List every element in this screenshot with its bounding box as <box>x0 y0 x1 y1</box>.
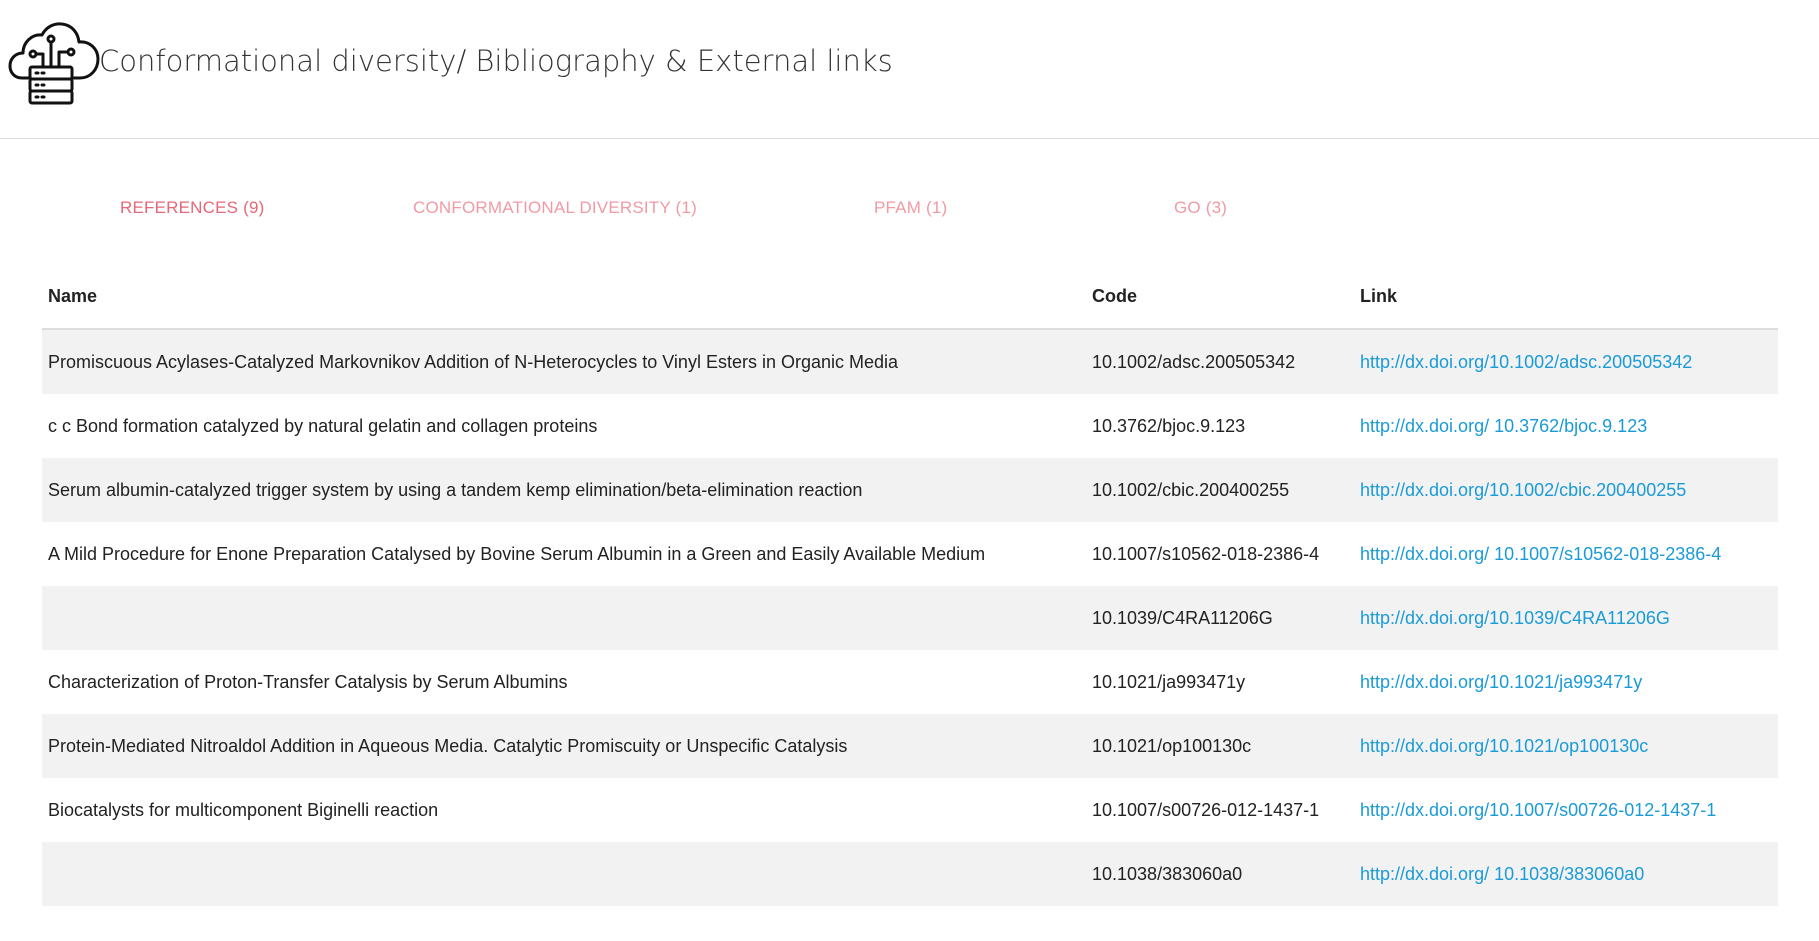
reference-name: A Mild Procedure for Enone Preparation C… <box>42 522 1086 586</box>
reference-code: 10.1007/s00726-012-1437-1 <box>1086 778 1354 842</box>
doi-link[interactable]: http://dx.doi.org/10.1021/ja993471y <box>1360 672 1642 692</box>
table-row: c c Bond formation catalyzed by natural … <box>42 394 1778 458</box>
table-row: Serum albumin-catalyzed trigger system b… <box>42 458 1778 522</box>
reference-code: 10.1002/cbic.200400255 <box>1086 458 1354 522</box>
table-row: Characterization of Proton-Transfer Cata… <box>42 650 1778 714</box>
table-header-row: Name Code Link <box>42 265 1778 330</box>
table-row: 10.1039/C4RA11206G http://dx.doi.org/10.… <box>42 586 1778 650</box>
column-header-link[interactable]: Link <box>1354 265 1778 330</box>
reference-link-cell: http://dx.doi.org/10.1007/s00726-012-143… <box>1354 778 1778 842</box>
tab-go[interactable]: GO (3) <box>1174 198 1227 218</box>
reference-code: 10.3762/bjoc.9.123 <box>1086 394 1354 458</box>
reference-name <box>42 842 1086 906</box>
reference-name: c c Bond formation catalyzed by natural … <box>42 394 1086 458</box>
doi-link[interactable]: http://dx.doi.org/10.1007/s00726-012-143… <box>1360 800 1716 820</box>
reference-link-cell: http://dx.doi.org/10.1039/C4RA11206G <box>1354 586 1778 650</box>
table-row: Promiscuous Acylases-Catalyzed Markovnik… <box>42 329 1778 394</box>
doi-link[interactable]: http://dx.doi.org/ 10.1007/s10562-018-23… <box>1360 544 1721 564</box>
tab-bar: REFERENCES (9) CONFORMATIONAL DIVERSITY … <box>42 180 1778 236</box>
page-title: Conformational diversity/ Bibliography &… <box>99 44 893 78</box>
column-header-name[interactable]: Name <box>42 265 1086 330</box>
reference-name: Protein-Mediated Nitroaldol Addition in … <box>42 714 1086 778</box>
reference-code: 10.1038/383060a0 <box>1086 842 1354 906</box>
reference-code: 10.1007/s10562-018-2386-4 <box>1086 522 1354 586</box>
page-header: Conformational diversity/ Bibliography &… <box>0 0 1819 139</box>
reference-name: Serum albumin-catalyzed trigger system b… <box>42 458 1086 522</box>
tab-conformational-diversity[interactable]: CONFORMATIONAL DIVERSITY (1) <box>413 198 697 218</box>
reference-name: Characterization of Proton-Transfer Cata… <box>42 650 1086 714</box>
reference-link-cell: http://dx.doi.org/ 10.1038/383060a0 <box>1354 842 1778 906</box>
reference-link-cell: http://dx.doi.org/10.1002/cbic.200400255 <box>1354 458 1778 522</box>
tab-pfam[interactable]: PFAM (1) <box>874 198 947 218</box>
table-row: Biocatalysts for multicomponent Biginell… <box>42 778 1778 842</box>
table-row: A Mild Procedure for Enone Preparation C… <box>42 522 1778 586</box>
reference-name: Promiscuous Acylases-Catalyzed Markovnik… <box>42 329 1086 394</box>
reference-code: 10.1002/adsc.200505342 <box>1086 329 1354 394</box>
table-row: Protein-Mediated Nitroaldol Addition in … <box>42 714 1778 778</box>
reference-code: 10.1039/C4RA11206G <box>1086 586 1354 650</box>
reference-code: 10.1021/ja993471y <box>1086 650 1354 714</box>
reference-link-cell: http://dx.doi.org/10.1021/op100130c <box>1354 714 1778 778</box>
column-header-code[interactable]: Code <box>1086 265 1354 330</box>
doi-link[interactable]: http://dx.doi.org/10.1002/adsc.200505342 <box>1360 352 1692 372</box>
reference-link-cell: http://dx.doi.org/10.1021/ja993471y <box>1354 650 1778 714</box>
references-table: Name Code Link Promiscuous Acylases-Cata… <box>42 265 1778 906</box>
reference-code: 10.1021/op100130c <box>1086 714 1354 778</box>
table-row: 10.1038/383060a0 http://dx.doi.org/ 10.1… <box>42 842 1778 906</box>
reference-name <box>42 586 1086 650</box>
cloud-server-icon <box>8 22 100 105</box>
reference-link-cell: http://dx.doi.org/ 10.3762/bjoc.9.123 <box>1354 394 1778 458</box>
reference-name: Biocatalysts for multicomponent Biginell… <box>42 778 1086 842</box>
tab-references[interactable]: REFERENCES (9) <box>120 198 265 218</box>
doi-link[interactable]: http://dx.doi.org/10.1039/C4RA11206G <box>1360 608 1670 628</box>
doi-link[interactable]: http://dx.doi.org/10.1002/cbic.200400255 <box>1360 480 1686 500</box>
doi-link[interactable]: http://dx.doi.org/ 10.1038/383060a0 <box>1360 864 1644 884</box>
doi-link[interactable]: http://dx.doi.org/ 10.3762/bjoc.9.123 <box>1360 416 1647 436</box>
doi-link[interactable]: http://dx.doi.org/10.1021/op100130c <box>1360 736 1648 756</box>
reference-link-cell: http://dx.doi.org/10.1002/adsc.200505342 <box>1354 329 1778 394</box>
reference-link-cell: http://dx.doi.org/ 10.1007/s10562-018-23… <box>1354 522 1778 586</box>
